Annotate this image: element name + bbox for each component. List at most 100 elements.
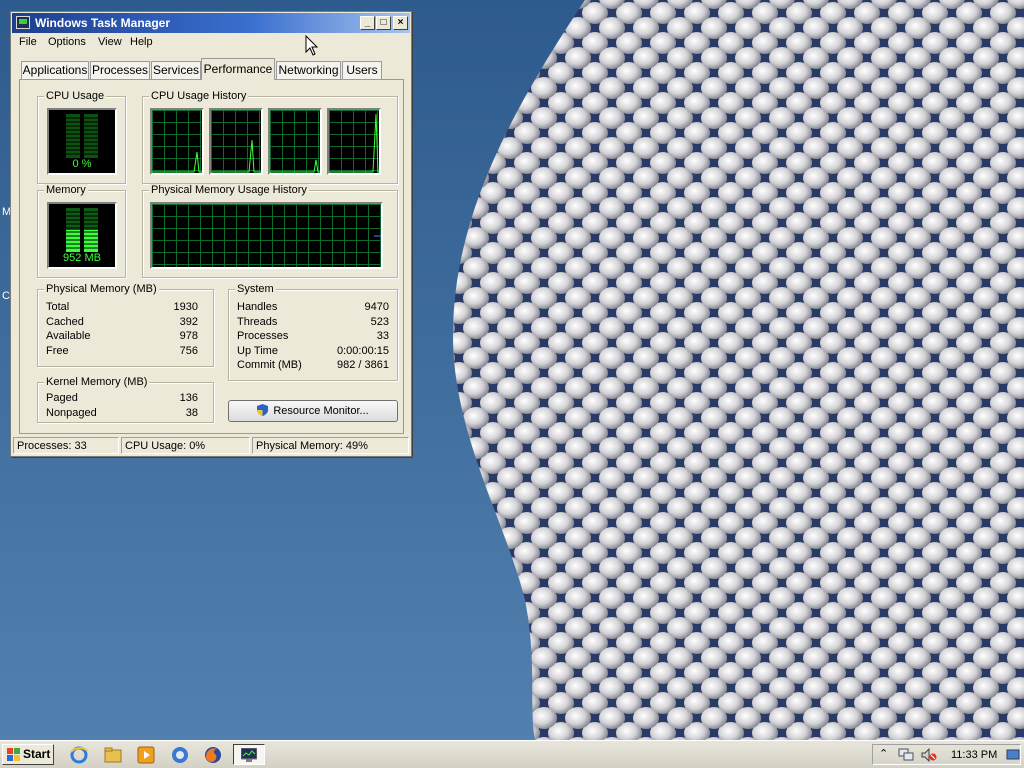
- tab-processes[interactable]: Processes: [90, 61, 150, 79]
- menu-help[interactable]: Help: [130, 36, 153, 48]
- stat-value: 0:00:00:15: [337, 345, 389, 357]
- system-label: System: [235, 283, 276, 295]
- performance-panel: CPU Usage 0 % CPU Usage History Memory 9…: [19, 79, 404, 434]
- tab-users[interactable]: Users: [342, 61, 382, 79]
- volume-muted-icon[interactable]: [921, 748, 937, 762]
- stat-label: Paged: [46, 392, 78, 404]
- stat-label: Processes: [237, 330, 289, 342]
- stat-label: Up Time: [237, 345, 278, 357]
- cpu-history-label: CPU Usage History: [149, 90, 249, 102]
- internet-explorer-icon[interactable]: [70, 746, 88, 764]
- stat-label: Cached: [46, 316, 84, 328]
- stat-label: Threads: [237, 316, 278, 328]
- stat-label: Free: [46, 345, 69, 357]
- stat-label: Nonpaged: [46, 407, 97, 419]
- window-title: Windows Task Manager: [35, 16, 171, 30]
- system-uptime-row: Up Time 0:00:00:15: [237, 345, 389, 359]
- kernel-memory-label: Kernel Memory (MB): [44, 376, 150, 388]
- show-hidden-icons-button[interactable]: ⌃: [879, 747, 888, 760]
- status-processes: Processes: 33: [13, 437, 119, 454]
- taskbar-button-task-manager[interactable]: [233, 744, 265, 765]
- kernel-memory-paged-row: Paged 136: [46, 392, 198, 406]
- status-physical-memory: Physical Memory: 49%: [252, 437, 409, 454]
- cpu-history-graph-core-3: [268, 108, 322, 175]
- stat-value: 982 / 3861: [337, 359, 389, 371]
- cpu-history-graph-core-1: [150, 108, 204, 175]
- stat-value: 523: [370, 316, 389, 328]
- show-desktop-icon[interactable]: [1006, 748, 1020, 762]
- stat-label: Handles: [237, 301, 278, 313]
- media-player-icon[interactable]: [137, 746, 155, 764]
- shield-icon: [257, 404, 269, 416]
- taskbar: Start ⌃ 11:33 PM: [0, 740, 1024, 768]
- wallpaper-image: [452, 0, 1024, 740]
- memory-meter: 952 MB: [47, 202, 117, 269]
- maximize-button[interactable]: □: [376, 16, 391, 30]
- windows-logo-icon: [7, 748, 20, 761]
- physical-memory-free-row: Free 756: [46, 345, 198, 359]
- windows-explorer-icon[interactable]: [104, 746, 122, 764]
- start-label: Start: [23, 747, 51, 761]
- minimize-button[interactable]: _: [360, 16, 375, 30]
- kernel-memory-group: Kernel Memory (MB) Paged 136 Nonpaged 38: [37, 376, 214, 423]
- memory-label: Memory: [44, 184, 88, 196]
- system-group: System Handles 9470 Threads 523 Processe…: [228, 283, 398, 381]
- cpu-usage-value: 0 %: [72, 158, 92, 170]
- tab-networking[interactable]: Networking: [276, 61, 341, 79]
- stat-value: 136: [179, 392, 198, 404]
- status-bar: Processes: 33 CPU Usage: 0% Physical Mem…: [13, 437, 409, 455]
- physical-memory-label: Physical Memory (MB): [44, 283, 159, 295]
- cpu-usage-label: CPU Usage: [44, 90, 107, 102]
- resource-monitor-label: Resource Monitor...: [273, 405, 369, 417]
- stat-label: Total: [46, 301, 70, 313]
- system-processes-row: Processes 33: [237, 330, 389, 344]
- resource-monitor-button[interactable]: Resource Monitor...: [228, 400, 398, 422]
- stat-label: Available: [46, 330, 91, 342]
- menu-bar: File Options View Help: [13, 34, 409, 52]
- cpu-history-graph-core-4: [327, 108, 381, 175]
- stat-value: 9470: [364, 301, 389, 313]
- desktop-icon-label: C: [2, 290, 10, 302]
- cpu-usage-group: CPU Usage 0 %: [37, 90, 126, 184]
- kernel-memory-nonpaged-row: Nonpaged 38: [46, 407, 198, 421]
- stat-value: 392: [179, 316, 198, 328]
- title-bar[interactable]: Windows Task Manager _ □ ×: [12, 13, 410, 33]
- stat-value: 33: [376, 330, 389, 342]
- task-manager-icon: [241, 748, 257, 762]
- close-button[interactable]: ×: [393, 16, 408, 30]
- system-threads-row: Threads 523: [237, 316, 389, 330]
- network-icon[interactable]: [898, 748, 914, 762]
- tab-services[interactable]: Services: [151, 61, 201, 79]
- cpu-usage-meter: 0 %: [47, 108, 117, 175]
- physical-memory-available-row: Available 978: [46, 330, 198, 344]
- physical-memory-group: Physical Memory (MB) Total 1930 Cached 3…: [37, 283, 214, 367]
- stat-value: 1930: [173, 301, 198, 313]
- memory-value: 952 MB: [63, 252, 101, 264]
- physical-memory-cached-row: Cached 392: [46, 316, 198, 330]
- task-manager-icon: [16, 16, 30, 29]
- mouse-cursor-icon: [305, 35, 319, 56]
- system-commit-row: Commit (MB) 982 / 3861: [237, 359, 389, 373]
- status-cpu-usage: CPU Usage: 0%: [121, 437, 250, 454]
- menu-view[interactable]: View: [98, 36, 122, 48]
- browser-icon[interactable]: [171, 746, 189, 764]
- menu-file[interactable]: File: [19, 36, 37, 48]
- stat-value: 978: [179, 330, 198, 342]
- clock[interactable]: 11:33 PM: [951, 749, 997, 761]
- tab-performance[interactable]: Performance: [201, 58, 275, 80]
- start-button[interactable]: Start: [2, 744, 54, 765]
- memory-group: Memory 952 MB: [37, 184, 126, 278]
- physical-memory-total-row: Total 1930: [46, 301, 198, 315]
- stat-value: 756: [179, 345, 198, 357]
- memory-history-label: Physical Memory Usage History: [149, 184, 309, 196]
- stat-label: Commit (MB): [237, 359, 302, 371]
- system-handles-row: Handles 9470: [237, 301, 389, 315]
- tab-applications[interactable]: Applications: [21, 61, 89, 79]
- task-manager-window: Windows Task Manager _ □ × File Options …: [10, 11, 412, 457]
- firefox-icon[interactable]: [204, 746, 222, 764]
- stat-value: 38: [185, 407, 198, 419]
- menu-options[interactable]: Options: [48, 36, 86, 48]
- cpu-history-group: CPU Usage History: [142, 90, 398, 184]
- cpu-history-graph-core-2: [209, 108, 263, 175]
- memory-history-graph: [150, 202, 383, 269]
